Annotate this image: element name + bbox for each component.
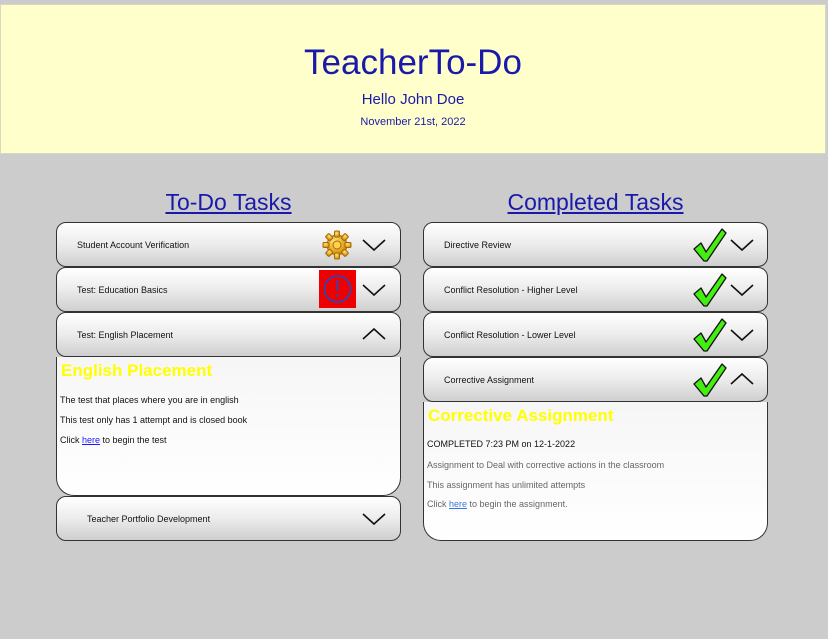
begin-prefix: Click [427, 499, 449, 509]
todo-heading[interactable]: To-Do Tasks [56, 189, 401, 216]
task-label: Student Account Verification [77, 239, 190, 250]
todo-task-education-basics[interactable]: Test: Education Basics [56, 267, 401, 312]
chevron-down-icon[interactable] [362, 512, 386, 526]
completed-task-directive-review[interactable]: Directive Review [423, 222, 768, 267]
panel-begin-instruction: Click here to begin the assignment. [427, 499, 568, 509]
todo-task-student-account-verification[interactable]: Student Account Verification [56, 222, 401, 267]
task-label: Conflict Resolution - Lower Level [444, 329, 576, 340]
chevron-down-icon[interactable] [730, 283, 754, 297]
checkmark-icon [693, 273, 727, 307]
begin-assignment-link[interactable]: here [449, 499, 467, 509]
chevron-up-icon[interactable] [362, 327, 386, 341]
header-banner: TeacherTo-Do Hello John Doe November 21s… [0, 4, 826, 154]
panel-attempt-info: This test only has 1 attempt and is clos… [60, 415, 248, 425]
completed-task-corrective-assignment[interactable]: Corrective Assignment [423, 357, 768, 402]
alert-icon [319, 270, 356, 308]
checkmark-icon [693, 228, 727, 262]
chevron-up-icon[interactable] [730, 372, 754, 386]
completion-status: COMPLETED 7:23 PM on 12-1-2022 [427, 439, 576, 449]
panel-title: English Placement [61, 361, 213, 380]
todo-task-english-placement[interactable]: Test: English Placement [56, 312, 401, 357]
chevron-down-icon[interactable] [730, 238, 754, 252]
task-label: Conflict Resolution - Higher Level [444, 284, 578, 295]
current-date: November 21st, 2022 [360, 116, 466, 128]
gear-icon [322, 230, 352, 260]
checkmark-icon [693, 363, 727, 397]
completed-task-conflict-resolution-higher[interactable]: Conflict Resolution - Higher Level [423, 267, 768, 312]
begin-prefix: Click [60, 435, 82, 445]
panel-attempt-info: This assignment has unlimited attempts [427, 480, 586, 490]
panel-description: Assignment to Deal with corrective actio… [427, 460, 665, 470]
chevron-down-icon[interactable] [730, 328, 754, 342]
app-title: TeacherTo-Do [304, 43, 522, 82]
task-detail-panel-english-placement: English Placement The test that places w… [56, 357, 401, 496]
panel-description: The test that places where you are in en… [60, 395, 239, 405]
task-label: Test: English Placement [77, 329, 174, 340]
task-label: Corrective Assignment [444, 374, 535, 385]
task-label: Test: Education Basics [77, 284, 168, 295]
todo-task-teacher-portfolio[interactable]: Teacher Portfolio Development [56, 496, 401, 541]
completed-heading[interactable]: Completed Tasks [423, 189, 768, 216]
begin-test-link[interactable]: here [82, 435, 100, 445]
task-label: Teacher Portfolio Development [87, 513, 211, 524]
greeting: Hello John Doe [361, 91, 465, 108]
checkmark-icon [693, 318, 727, 352]
begin-suffix: to begin the test [100, 435, 167, 445]
panel-begin-instruction: Click here to begin the test [60, 435, 167, 445]
chevron-down-icon[interactable] [362, 283, 386, 297]
task-label: Directive Review [444, 239, 512, 250]
begin-suffix: to begin the assignment. [467, 499, 568, 509]
task-detail-panel-corrective-assignment: Corrective Assignment COMPLETED 7:23 PM … [423, 402, 768, 541]
panel-title: Corrective Assignment [428, 406, 614, 425]
completed-task-conflict-resolution-lower[interactable]: Conflict Resolution - Lower Level [423, 312, 768, 357]
chevron-down-icon[interactable] [362, 238, 386, 252]
